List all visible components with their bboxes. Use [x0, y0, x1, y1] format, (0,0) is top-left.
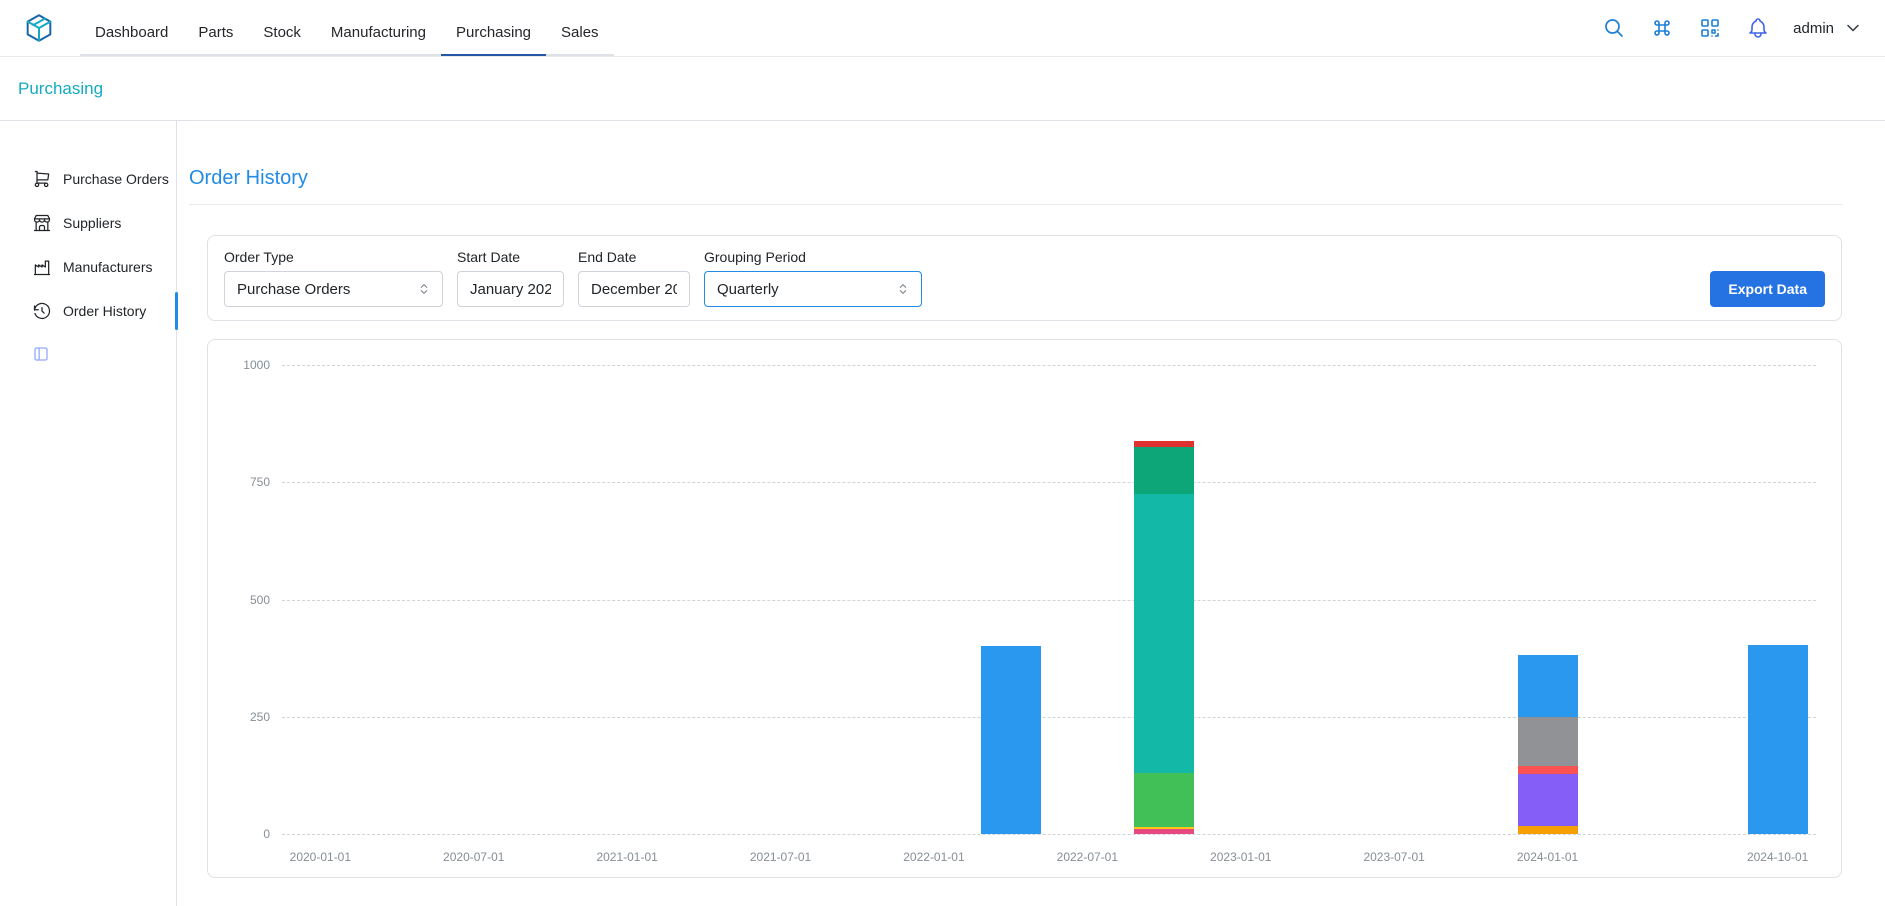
purchasing-sidebar: Purchase Orders Suppliers Manufacturer	[0, 121, 177, 906]
x-axis-tick-label: 2024-10-01	[1747, 850, 1808, 864]
gridline	[282, 834, 1816, 835]
bar-2024-10-01[interactable]	[1748, 365, 1808, 834]
factory-icon	[32, 257, 52, 277]
breadcrumb-purchasing[interactable]: Purchasing	[18, 79, 103, 99]
grouping-period-label: Grouping Period	[704, 249, 922, 265]
x-axis-tick-label: 2023-01-01	[1210, 850, 1271, 864]
y-axis-tick-label: 1000	[212, 358, 270, 372]
filter-toolbar: Order Type Purchase Orders Start Date En…	[207, 235, 1842, 321]
start-date-field: Start Date	[457, 249, 564, 307]
bar-2022-10-01[interactable]	[1134, 365, 1194, 834]
x-axis-tick-label: 2022-07-01	[1057, 850, 1118, 864]
sidebar-item-order-history[interactable]: Order History	[0, 289, 176, 333]
navbar-actions: admin	[1601, 15, 1863, 41]
start-date-input[interactable]	[457, 271, 564, 307]
bar-segment[interactable]	[1518, 766, 1578, 774]
grouping-period-field: Grouping Period Quarterly	[704, 249, 922, 307]
username-label: admin	[1793, 20, 1834, 37]
start-date-label: Start Date	[457, 249, 564, 265]
sidebar-item-label: Suppliers	[63, 215, 121, 231]
gridline	[282, 365, 1816, 366]
bar-segment[interactable]	[1748, 645, 1808, 834]
chart-plot-area: 025050075010002020-01-012020-07-012021-0…	[282, 365, 1816, 834]
search-icon[interactable]	[1601, 15, 1627, 41]
bar-segment[interactable]	[981, 646, 1041, 834]
bar-segment[interactable]	[1134, 827, 1194, 830]
sidebar-item-label: Order History	[63, 303, 146, 319]
top-navbar: Dashboard Parts Stock Manufacturing Purc…	[0, 0, 1885, 57]
page-title: Order History	[189, 167, 1885, 190]
sidebar-item-label: Purchase Orders	[63, 171, 169, 187]
barcode-scan-icon[interactable]	[1697, 15, 1723, 41]
x-axis-tick-label: 2024-01-01	[1517, 850, 1578, 864]
end-date-label: End Date	[578, 249, 690, 265]
select-updown-icon	[895, 281, 911, 297]
title-divider	[189, 204, 1842, 205]
gridline	[282, 717, 1816, 718]
bar-segment[interactable]	[1134, 441, 1194, 447]
order-history-panel: Order History Order Type Purchase Orders…	[177, 121, 1885, 906]
history-clock-icon	[32, 301, 52, 321]
x-axis-tick-label: 2021-01-01	[596, 850, 657, 864]
gridline	[282, 482, 1816, 483]
x-axis-tick-label: 2020-01-01	[290, 850, 351, 864]
tab-purchasing[interactable]: Purchasing	[441, 10, 546, 56]
select-updown-icon	[416, 281, 432, 297]
x-axis-tick-label: 2023-07-01	[1363, 850, 1424, 864]
bar-segment[interactable]	[1134, 829, 1194, 834]
x-axis-tick-label: 2022-01-01	[903, 850, 964, 864]
end-date-field: End Date	[578, 249, 690, 307]
bar-segment[interactable]	[1518, 717, 1578, 765]
bar-segment[interactable]	[1134, 494, 1194, 773]
export-data-button[interactable]: Export Data	[1710, 271, 1825, 307]
chevron-down-icon	[1843, 18, 1863, 38]
x-axis-tick-label: 2020-07-01	[443, 850, 504, 864]
user-menu[interactable]: admin	[1793, 18, 1863, 38]
tab-parts[interactable]: Parts	[183, 10, 248, 56]
command-spotlight-icon[interactable]	[1649, 15, 1675, 41]
breadcrumb: Purchasing	[0, 57, 1885, 121]
sidebar-item-purchase-orders[interactable]: Purchase Orders	[0, 157, 176, 201]
gridline	[282, 600, 1816, 601]
y-axis-tick-label: 0	[212, 827, 270, 841]
bar-segment[interactable]	[1518, 774, 1578, 826]
grouping-period-select[interactable]: Quarterly	[704, 271, 922, 307]
bar-2022-04-01[interactable]	[981, 365, 1041, 834]
sidebar-item-suppliers[interactable]: Suppliers	[0, 201, 176, 245]
order-type-label: Order Type	[224, 249, 443, 265]
building-store-icon	[32, 213, 52, 233]
order-type-field: Order Type Purchase Orders	[224, 249, 443, 307]
bar-segment[interactable]	[1518, 826, 1578, 834]
order-type-value: Purchase Orders	[237, 281, 350, 298]
bar-2024-01-01[interactable]	[1518, 365, 1578, 834]
bar-segment[interactable]	[1518, 655, 1578, 717]
x-axis-tick-label: 2021-07-01	[750, 850, 811, 864]
sidebar-item-manufacturers[interactable]: Manufacturers	[0, 245, 176, 289]
tab-stock[interactable]: Stock	[248, 10, 316, 56]
tab-manufacturing[interactable]: Manufacturing	[316, 10, 441, 56]
tab-dashboard[interactable]: Dashboard	[80, 10, 183, 56]
order-type-select[interactable]: Purchase Orders	[224, 271, 443, 307]
y-axis-tick-label: 750	[212, 475, 270, 489]
order-history-chart: 0 250 500 750 1000 2020-01-01 2020-07-01 2021-0…	[207, 339, 1842, 878]
sidebar-collapse-icon[interactable]	[32, 345, 50, 363]
main-tabs: Dashboard Parts Stock Manufacturing Purc…	[80, 10, 614, 56]
tab-sales[interactable]: Sales	[546, 10, 614, 56]
y-axis-tick-label: 250	[212, 710, 270, 724]
notifications-bell-icon[interactable]	[1745, 15, 1771, 41]
shopping-cart-icon	[32, 169, 52, 189]
y-axis-tick-label: 500	[212, 593, 270, 607]
sidebar-item-label: Manufacturers	[63, 259, 152, 275]
bar-segment[interactable]	[1134, 447, 1194, 494]
app-logo-icon[interactable]	[22, 11, 56, 45]
bar-segment[interactable]	[1134, 773, 1194, 827]
end-date-input[interactable]	[578, 271, 690, 307]
grouping-period-value: Quarterly	[717, 281, 779, 298]
